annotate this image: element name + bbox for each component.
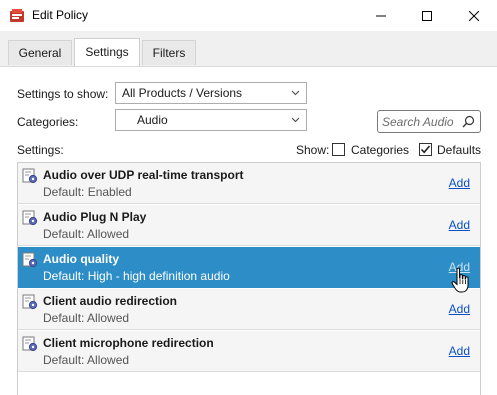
- list-item[interactable]: Client microphone redirection Default: A…: [18, 331, 480, 372]
- setting-default: Default: Allowed: [43, 353, 130, 367]
- settings-to-show-value: All Products / Versions: [122, 86, 243, 100]
- setting-gear-icon: [22, 168, 38, 184]
- categories-checkbox-label[interactable]: Categories: [351, 143, 409, 157]
- hand-pointer-icon: [451, 267, 469, 293]
- show-label: Show:: [296, 143, 330, 157]
- categories-select[interactable]: Audio: [115, 109, 307, 131]
- tab-settings[interactable]: Settings: [74, 38, 140, 66]
- list-item[interactable]: Client audio redirection Default: Allowe…: [18, 289, 480, 330]
- search-icon[interactable]: [462, 115, 475, 128]
- defaults-checkbox[interactable]: [419, 143, 432, 156]
- list-item-selected[interactable]: Audio quality Default: High - high defin…: [18, 247, 480, 288]
- window-title: Edit Policy: [32, 8, 89, 22]
- list-item[interactable]: Audio over UDP real-time transport Defau…: [18, 163, 480, 204]
- add-link[interactable]: Add: [449, 344, 470, 358]
- setting-default: Default: Enabled: [43, 185, 132, 199]
- settings-to-show-select[interactable]: All Products / Versions: [115, 82, 307, 104]
- edit-policy-window: Edit Policy General Settings Filters Set…: [0, 0, 497, 395]
- setting-gear-icon: [22, 252, 38, 268]
- search-input[interactable]: [382, 113, 460, 130]
- maximize-button[interactable]: [404, 0, 450, 31]
- settings-list: Audio over UDP real-time transport Defau…: [17, 162, 481, 395]
- list-item[interactable]: Audio Plug N Play Default: Allowed Add: [18, 205, 480, 246]
- tab-general[interactable]: General: [8, 40, 72, 65]
- categories-checkbox[interactable]: [332, 143, 345, 156]
- setting-gear-icon: [22, 336, 38, 352]
- settings-list-label: Settings:: [17, 143, 64, 157]
- setting-default: Default: Allowed: [43, 227, 130, 241]
- setting-name: Client microphone redirection: [43, 336, 214, 350]
- setting-gear-icon: [22, 210, 38, 226]
- policy-app-icon: [9, 8, 25, 24]
- add-link[interactable]: Add: [449, 218, 470, 232]
- title-bar[interactable]: Edit Policy: [0, 0, 497, 31]
- categories-label: Categories:: [17, 115, 79, 129]
- minimize-icon: [376, 15, 386, 16]
- chevron-down-icon: [291, 117, 300, 123]
- minimize-button[interactable]: [358, 0, 404, 31]
- setting-gear-icon: [22, 294, 38, 310]
- tab-strip: General Settings Filters: [0, 31, 497, 66]
- close-icon: [469, 10, 479, 21]
- setting-name: Audio quality: [43, 252, 119, 266]
- search-box[interactable]: [377, 110, 481, 133]
- categories-value: Audio: [137, 113, 168, 127]
- setting-default: Default: High - high definition audio: [43, 269, 230, 283]
- setting-name: Client audio redirection: [43, 294, 178, 308]
- setting-name: Audio over UDP real-time transport: [43, 168, 244, 182]
- tab-filters[interactable]: Filters: [142, 40, 196, 65]
- add-link[interactable]: Add: [449, 302, 470, 316]
- settings-panel: Settings to show: All Products / Version…: [0, 66, 497, 395]
- checkmark-icon: [420, 145, 431, 154]
- setting-default: Default: Allowed: [43, 311, 130, 325]
- chevron-down-icon: [291, 90, 300, 96]
- setting-name: Audio Plug N Play: [43, 210, 147, 224]
- settings-to-show-label: Settings to show:: [17, 87, 109, 101]
- defaults-checkbox-label[interactable]: Defaults: [437, 143, 481, 157]
- maximize-icon: [422, 10, 432, 21]
- add-link[interactable]: Add: [449, 176, 470, 190]
- close-button[interactable]: [451, 0, 497, 31]
